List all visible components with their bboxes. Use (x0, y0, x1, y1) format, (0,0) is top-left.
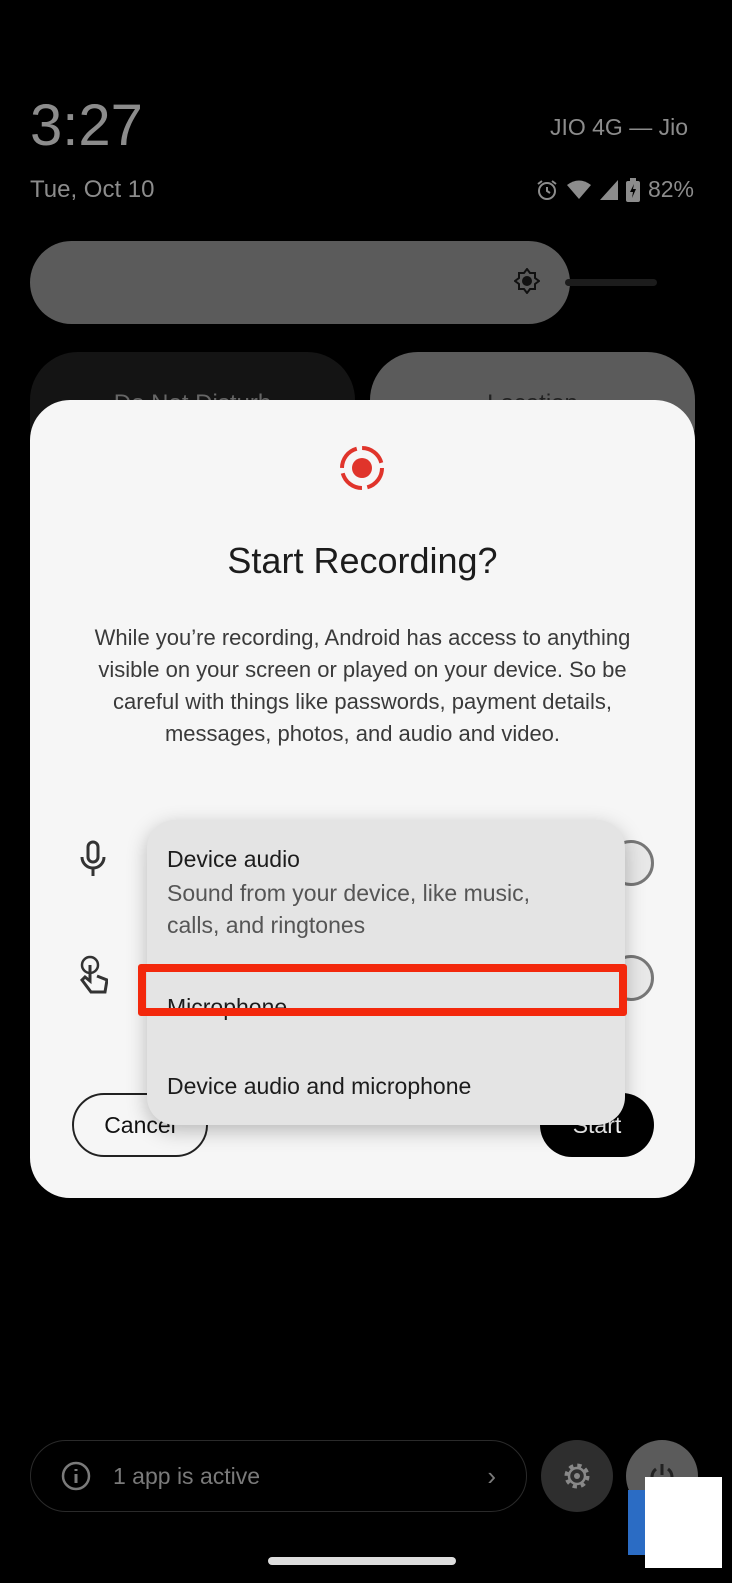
home-gesture-handle[interactable] (268, 1557, 456, 1565)
status-icons: 82% (536, 176, 694, 203)
info-icon (61, 1461, 91, 1491)
touch-icon (80, 955, 108, 994)
brightness-track[interactable] (565, 279, 657, 286)
carrier-label: JIO 4G — Jio (549, 114, 688, 140)
overlay-white-box (645, 1477, 722, 1568)
microphone-icon (80, 840, 106, 876)
menu-item-label: Device audio (167, 846, 300, 872)
dialog-title: Start Recording? (227, 540, 498, 581)
gear-icon (564, 1463, 590, 1489)
active-apps-button[interactable]: 1 app is active › (30, 1440, 527, 1512)
clock: 3:27 (30, 93, 143, 158)
highlight-box (138, 964, 627, 1016)
alarm-icon (537, 179, 557, 200)
dialog-body: While you’re recording, Android has acce… (94, 625, 631, 746)
settings-button[interactable] (541, 1440, 613, 1512)
active-apps-label: 1 app is active (113, 1462, 261, 1489)
brightness-slider[interactable] (30, 241, 570, 324)
brightness-icon (514, 268, 540, 294)
battery-percent: 82% (647, 176, 694, 202)
wifi-icon (566, 180, 591, 199)
date: Tue, Oct 10 (30, 176, 155, 203)
screen-record-icon (340, 446, 384, 490)
menu-item-device-audio-and-microphone[interactable]: Device audio and microphone (167, 1073, 471, 1100)
chevron-right-icon: › (487, 1460, 496, 1491)
menu-item-description: Sound from your device, like music, call… (167, 880, 531, 938)
signal-icon (599, 179, 618, 200)
battery-charging-icon (625, 177, 640, 202)
menu-item-device-audio[interactable]: Device audio Sound from your device, lik… (167, 846, 587, 941)
